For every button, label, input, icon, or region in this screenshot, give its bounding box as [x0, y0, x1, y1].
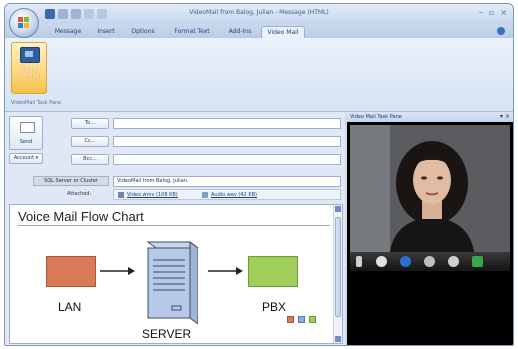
attachment-audio[interactable]: Audio.wav (42 KB) — [211, 192, 257, 198]
arrow-lan-to-server — [100, 267, 135, 275]
attached-label: Attached: — [67, 191, 92, 197]
window-title: VideoMail from Balog, Julian - Message (… — [189, 9, 329, 16]
to-field[interactable] — [113, 118, 341, 129]
toggle-videomail-button[interactable]: Toggle VideoMail — [11, 42, 47, 94]
send-button[interactable]: Send — [9, 116, 43, 150]
server-label: SERVER — [142, 327, 192, 341]
cc-button[interactable]: Cc... — [71, 136, 109, 147]
scroll-thumb[interactable] — [335, 217, 341, 317]
body-scrollbar[interactable] — [333, 205, 342, 343]
ribbon-group-label: VideoMail Task Pane — [11, 100, 62, 106]
eject-icon[interactable] — [448, 256, 459, 267]
title-divider — [18, 225, 330, 226]
task-pane-title: Video Mail Task Pane — [350, 114, 402, 120]
video-preview[interactable] — [350, 125, 510, 252]
lan-label: LAN — [58, 300, 82, 314]
videomail-icon — [20, 47, 40, 63]
settings-icon[interactable] — [376, 256, 387, 267]
bcc-button[interactable]: Bcc... — [71, 154, 109, 165]
office-logo-icon — [18, 17, 30, 29]
legend-swatch-lan — [287, 316, 294, 323]
office-button[interactable] — [9, 8, 39, 38]
arrow-server-to-pbx — [208, 267, 243, 275]
minimize-button[interactable]: – — [479, 8, 483, 17]
microphone-icon[interactable] — [356, 256, 362, 267]
message-body[interactable]: Voice Mail Flow Chart LAN SERVER PBX — [9, 204, 343, 344]
tab-format-text[interactable]: Format Text — [167, 26, 217, 38]
envelope-icon — [20, 122, 35, 133]
video-toolbar — [350, 252, 510, 271]
record-icon[interactable] — [424, 256, 435, 267]
help-icon[interactable] — [497, 27, 505, 35]
lan-node — [46, 256, 96, 287]
compose-form: Send Account ▾ To... Cc... Bcc... SQL Se… — [5, 112, 345, 345]
legend-swatch-pbx — [309, 316, 316, 323]
outlook-message-window: VideoMail from Balog, Julian - Message (… — [4, 3, 514, 346]
scroll-down-icon[interactable] — [335, 336, 341, 342]
task-pane-controls[interactable]: ▾ × — [500, 112, 510, 122]
bcc-field[interactable] — [113, 154, 341, 165]
tab-message[interactable]: Message — [49, 26, 87, 38]
person-video-image — [350, 125, 510, 252]
attachments-box: Video.wmv (108 KB) Audio.wav (42 KB) — [113, 189, 341, 200]
account-button[interactable]: Account ▾ — [9, 153, 43, 164]
tab-add-ins[interactable]: Add-Ins — [223, 26, 257, 38]
server-icon — [146, 241, 198, 325]
scroll-up-icon[interactable] — [335, 206, 341, 212]
legend-swatch-server — [298, 316, 305, 323]
toggle-button-label: Toggle VideoMail — [16, 67, 42, 79]
close-button[interactable]: × — [500, 8, 507, 17]
subject-field[interactable]: VideoMail from Balog, Julian. — [113, 176, 341, 187]
title-bar: VideoMail from Balog, Julian - Message (… — [5, 4, 513, 24]
video-mail-task-pane: Video Mail Task Pane ▾ × — [347, 112, 513, 345]
audio-file-icon — [202, 192, 208, 198]
ribbon-tabs: Message Insert Options Format Text Add-I… — [5, 24, 513, 39]
window-controls: – ▫ × — [479, 8, 507, 17]
ribbon: Toggle VideoMail VideoMail Task Pane — [5, 38, 513, 112]
subject-label: SQL Server or Cluster — [33, 176, 109, 186]
video-file-icon — [118, 192, 124, 198]
attachment-video[interactable]: Video.wmv (108 KB) — [127, 192, 178, 198]
tab-insert[interactable]: Insert — [91, 26, 121, 38]
tab-options[interactable]: Options — [125, 26, 161, 38]
task-pane-header: Video Mail Task Pane ▾ × — [347, 112, 513, 122]
send-label: Send — [19, 139, 33, 145]
attach-icon[interactable] — [472, 256, 483, 267]
maximize-button[interactable]: ▫ — [489, 8, 494, 17]
pbx-node — [248, 256, 298, 287]
cc-field[interactable] — [113, 136, 341, 147]
chart-title: Voice Mail Flow Chart — [18, 209, 144, 224]
play-icon[interactable] — [400, 256, 411, 267]
to-button[interactable]: To... — [71, 118, 109, 129]
pbx-label: PBX — [262, 300, 287, 314]
